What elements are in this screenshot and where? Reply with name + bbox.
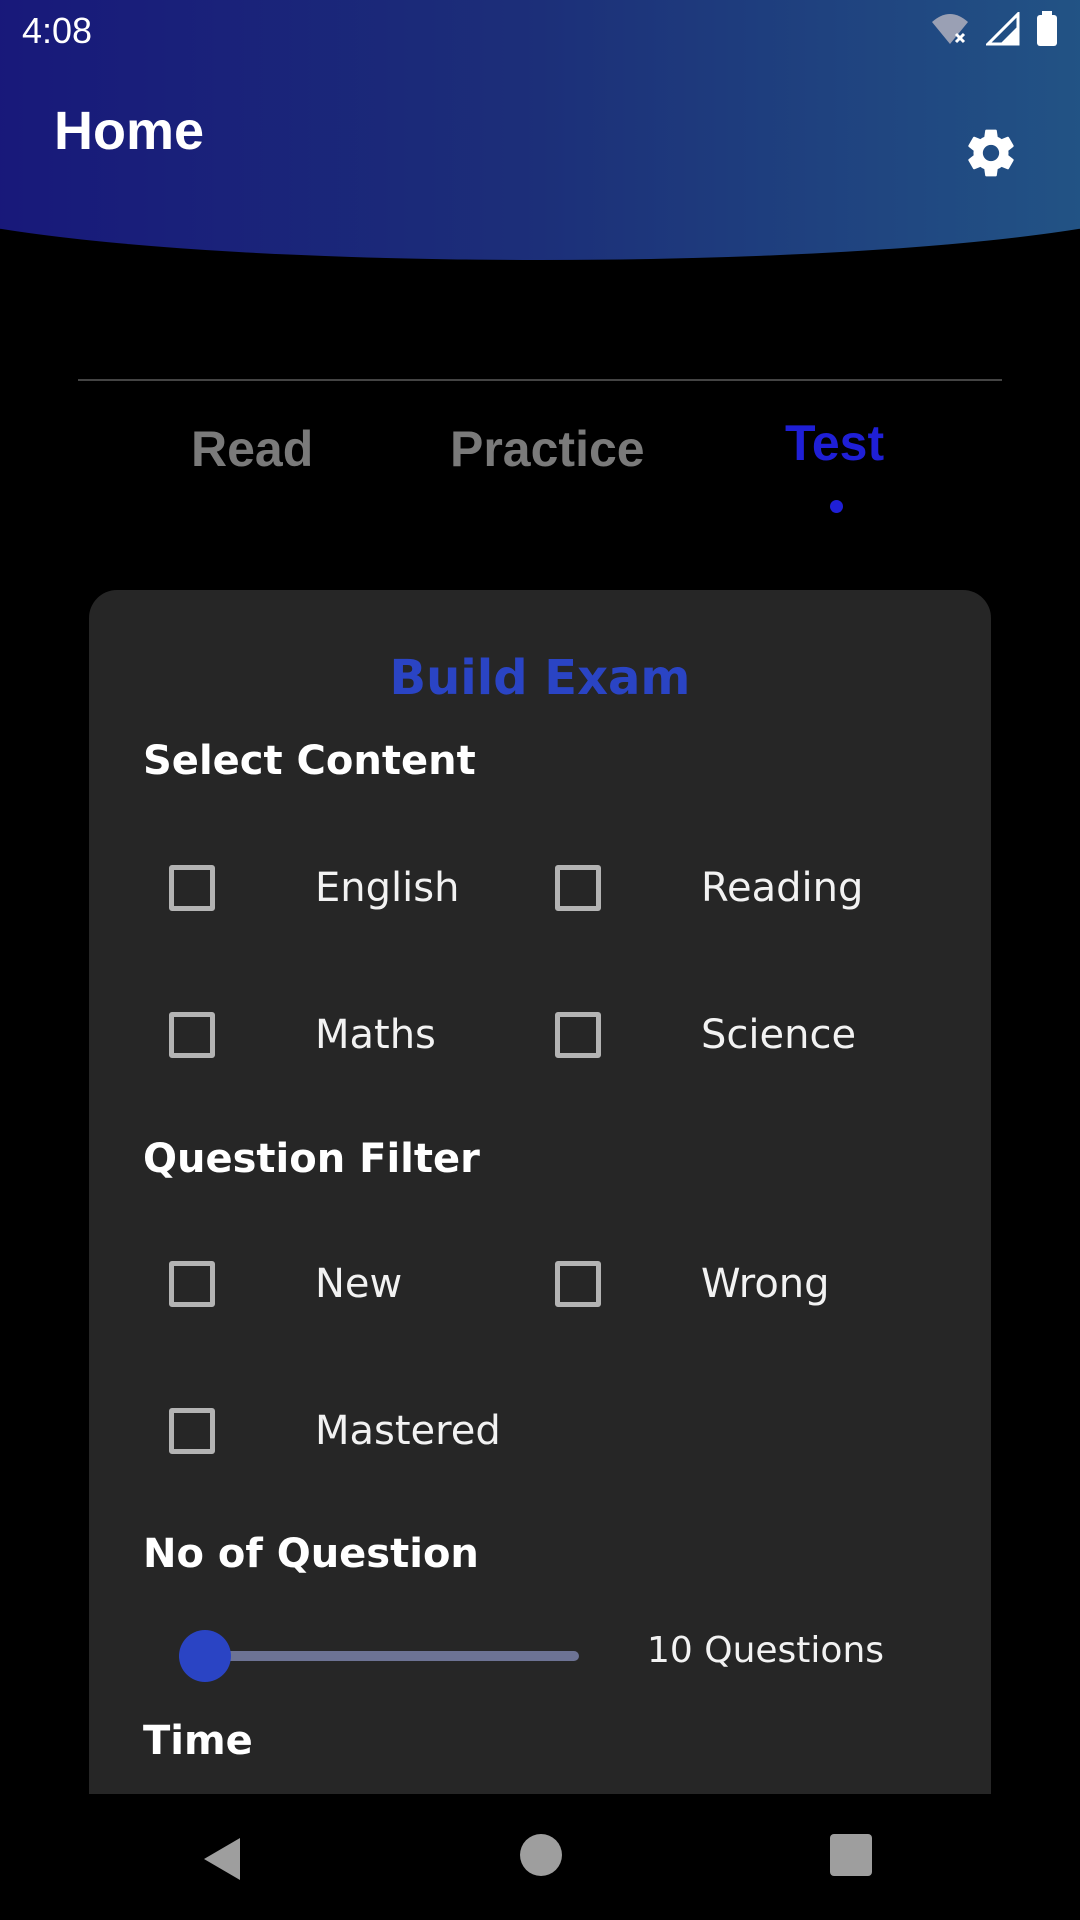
maths-checkbox[interactable] [169, 1012, 215, 1058]
no-of-question-heading: No of Question [143, 1531, 479, 1577]
option-reading[interactable]: Reading [555, 865, 863, 911]
english-checkbox[interactable] [169, 865, 215, 911]
cell-signal-icon [984, 10, 1020, 50]
question-filter-heading: Question Filter [143, 1136, 480, 1182]
back-icon[interactable] [200, 1834, 250, 1884]
option-label: Science [701, 1012, 857, 1058]
home-screen: 4:08 Home Read Practice Test Build Exam … [0, 0, 1080, 1920]
wrong-checkbox[interactable] [555, 1261, 601, 1307]
new-checkbox[interactable] [169, 1261, 215, 1307]
slider-thumb[interactable] [179, 1630, 231, 1682]
home-icon[interactable] [520, 1834, 562, 1876]
question-count-slider[interactable] [179, 1625, 579, 1685]
status-bar: 4:08 [0, 0, 1080, 62]
option-maths[interactable]: Maths [169, 1012, 436, 1058]
active-tab-indicator [830, 500, 843, 513]
slider-track[interactable] [179, 1651, 579, 1661]
tabs-divider [78, 379, 1002, 381]
mastered-checkbox[interactable] [169, 1408, 215, 1454]
navigation-bar [0, 1794, 1080, 1920]
gear-icon [963, 125, 1019, 185]
battery-icon [1036, 11, 1058, 51]
wifi-off-icon [930, 12, 970, 50]
option-label: Maths [315, 1012, 436, 1058]
option-label: New [315, 1261, 403, 1307]
option-english[interactable]: English [169, 865, 459, 911]
time-heading: Time [143, 1718, 253, 1764]
page-title: Home [54, 101, 205, 161]
status-time: 4:08 [22, 10, 93, 51]
science-checkbox[interactable] [555, 1012, 601, 1058]
question-count-value: 10 Questions [647, 1630, 885, 1671]
recents-icon[interactable] [830, 1834, 872, 1876]
option-mastered[interactable]: Mastered [169, 1408, 501, 1454]
option-label: Mastered [315, 1408, 501, 1454]
tab-test[interactable]: Test [785, 414, 884, 472]
tab-practice[interactable]: Practice [450, 420, 645, 478]
reading-checkbox[interactable] [555, 865, 601, 911]
option-label: Wrong [701, 1261, 830, 1307]
card-title: Build Exam [389, 650, 691, 706]
settings-button[interactable] [958, 122, 1024, 188]
option-label: Reading [701, 865, 864, 911]
option-science[interactable]: Science [555, 1012, 856, 1058]
option-wrong[interactable]: Wrong [555, 1261, 830, 1307]
option-label: English [315, 865, 460, 911]
option-new[interactable]: New [169, 1261, 402, 1307]
select-content-heading: Select Content [143, 738, 476, 784]
status-icons [930, 10, 1058, 51]
build-exam-card: Build Exam Select Content English Readin… [89, 590, 991, 1794]
tab-read[interactable]: Read [191, 420, 313, 478]
